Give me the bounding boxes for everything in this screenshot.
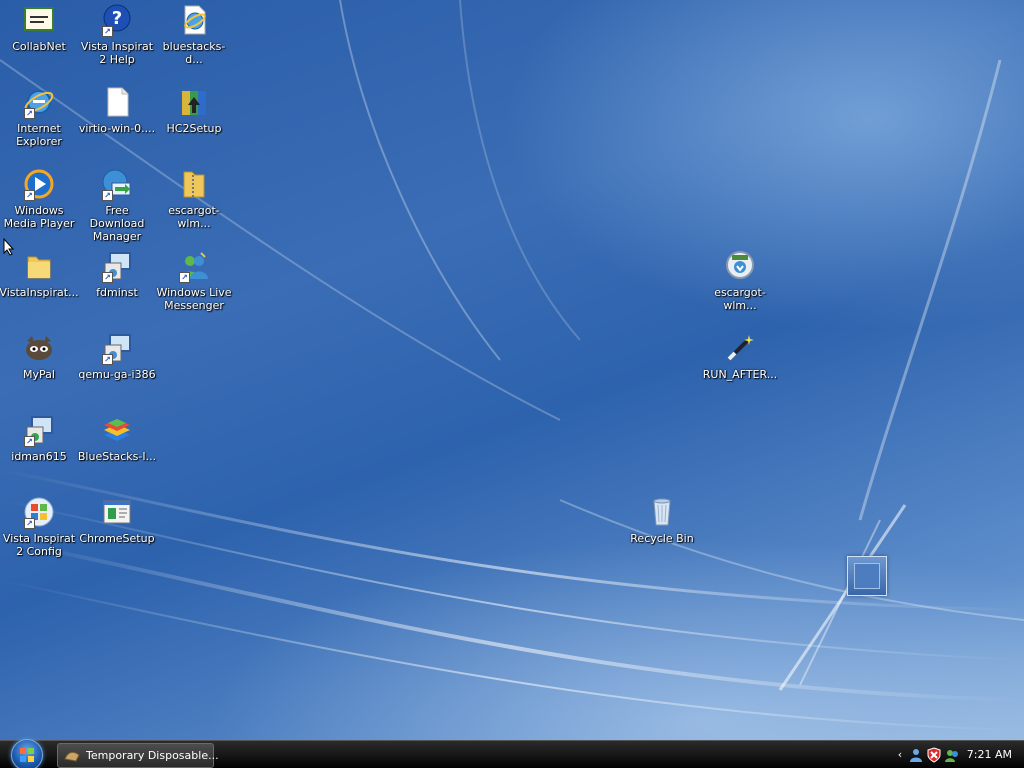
drag-handle-inner (854, 563, 880, 589)
desktop-icon-recycle-bin[interactable]: Recycle Bin (622, 495, 702, 545)
taskbar: Temporary Disposable... ‹ 7:21 AM (0, 739, 1024, 768)
icon-label: ChromeSetup (79, 532, 155, 545)
icon-label: Windows Live Messenger (156, 286, 232, 312)
folder-icon (22, 249, 56, 283)
icon-label: escargot-wlm... (168, 204, 220, 230)
download-manager-icon: ↗ (100, 167, 134, 201)
help-icon: ? ↗ (100, 3, 134, 37)
setup-icon (100, 495, 134, 529)
desktop-icon-windows-live-messenger[interactable]: ↗ Windows Live Messenger (154, 249, 234, 312)
installer-icon: ↗ (22, 413, 56, 447)
internet-explorer-icon: ↗ (22, 85, 56, 119)
desktop-icon-mypal[interactable]: MyPal (0, 331, 79, 381)
mouse-cursor-icon (3, 238, 15, 256)
taskbar-window-label: Temporary Disposable... (86, 749, 219, 762)
messenger-icon: ↗ (177, 249, 211, 283)
taskbar-window-button[interactable]: Temporary Disposable... (57, 743, 219, 768)
desktop[interactable]: CollabNet ↗ Internet Explorer ↗ Windows … (0, 0, 1024, 740)
icon-label: Internet Explorer (16, 122, 62, 148)
icon-label: Free Download Manager (89, 204, 145, 243)
icon-label: fdminst (96, 286, 138, 299)
ie-document-icon (177, 3, 211, 37)
icon-label: qemu-ga-i386 (78, 368, 156, 381)
app-window-icon (64, 751, 80, 762)
svg-text:?: ? (112, 8, 122, 29)
security-shield-icon[interactable] (926, 747, 942, 763)
winrar-archive-icon (177, 85, 211, 119)
icon-label: VistaInspirat... (0, 286, 79, 299)
icon-label: idman615 (11, 450, 67, 463)
installer-icon: ↗ (100, 331, 134, 365)
desktop-icon-windows-media-player[interactable]: ↗ Windows Media Player (0, 167, 79, 230)
icon-label: HC2Setup (166, 122, 222, 135)
icon-label: Recycle Bin (630, 532, 694, 545)
desktop-icon-escargot-wlm-zip[interactable]: escargot-wlm... (154, 167, 234, 230)
network-user-icon[interactable] (908, 747, 924, 763)
icon-label: Vista Inspirat 2 Config (2, 532, 76, 558)
recycle-bin-icon (645, 495, 679, 529)
icon-label: BlueStacks-I... (77, 450, 157, 463)
desktop-icon-escargot-wlm-installer[interactable]: escargot-wlm... (700, 249, 780, 312)
desktop-icon-collabnet[interactable]: CollabNet (0, 3, 79, 53)
system-tray: ‹ 7:21 AM (888, 741, 1024, 768)
desktop-icon-virtio-win[interactable]: virtio-win-0.... (77, 85, 157, 135)
start-button[interactable] (6, 739, 46, 768)
drag-handle[interactable] (847, 556, 887, 596)
icon-label: virtio-win-0.... (78, 122, 156, 135)
desktop-icon-bluestacks-d[interactable]: bluestacks-d... (154, 3, 234, 66)
zip-folder-icon (177, 167, 211, 201)
desktop-icon-qemu-ga[interactable]: ↗ qemu-ga-i386 (77, 331, 157, 381)
desktop-icon-fdminst[interactable]: ↗ fdminst (77, 249, 157, 299)
clock[interactable]: 7:21 AM (967, 748, 1012, 761)
icon-label: bluestacks-d... (162, 40, 226, 66)
icon-label: MyPal (23, 368, 55, 381)
installer-icon: ↗ (100, 249, 134, 283)
desktop-icon-vistainspirat[interactable]: VistaInspirat... (0, 249, 79, 299)
certificate-icon (22, 3, 56, 37)
start-orb-icon (11, 739, 43, 768)
desktop-icon-internet-explorer[interactable]: ↗ Internet Explorer (0, 85, 79, 148)
icon-label: RUN_AFTER... (702, 368, 778, 381)
desktop-icon-idman615[interactable]: ↗ idman615 (0, 413, 79, 463)
icon-label: escargot-wlm... (714, 286, 766, 312)
messenger-status-icon[interactable] (944, 747, 960, 763)
desktop-icon-run-after[interactable]: RUN_AFTER... (700, 331, 780, 381)
desktop-icon-free-download-manager[interactable]: ↗ Free Download Manager (77, 167, 157, 243)
desktop-icon-chromesetup[interactable]: ChromeSetup (77, 495, 157, 545)
icon-label: CollabNet (12, 40, 66, 53)
desktop-icon-vista-config[interactable]: ↗ Vista Inspirat 2 Config (0, 495, 79, 558)
magic-wand-icon (723, 331, 757, 365)
desktop-icon-bluestacks-i[interactable]: BlueStacks-I... (77, 413, 157, 463)
file-icon (100, 85, 134, 119)
desktop-icon-vista-help[interactable]: ? ↗ Vista Inspirat 2 Help (77, 3, 157, 66)
media-player-icon: ↗ (22, 167, 56, 201)
icon-label: Windows Media Player (3, 204, 75, 230)
chevron-left-icon[interactable]: ‹ (892, 747, 908, 763)
bluestacks-icon (100, 413, 134, 447)
msn-installer-icon (723, 249, 757, 283)
icon-label: Vista Inspirat 2 Help (80, 40, 154, 66)
mypal-raccoon-icon (22, 331, 56, 365)
desktop-icon-hc2setup[interactable]: HC2Setup (154, 85, 234, 135)
windows-logo-icon: ↗ (22, 495, 56, 529)
